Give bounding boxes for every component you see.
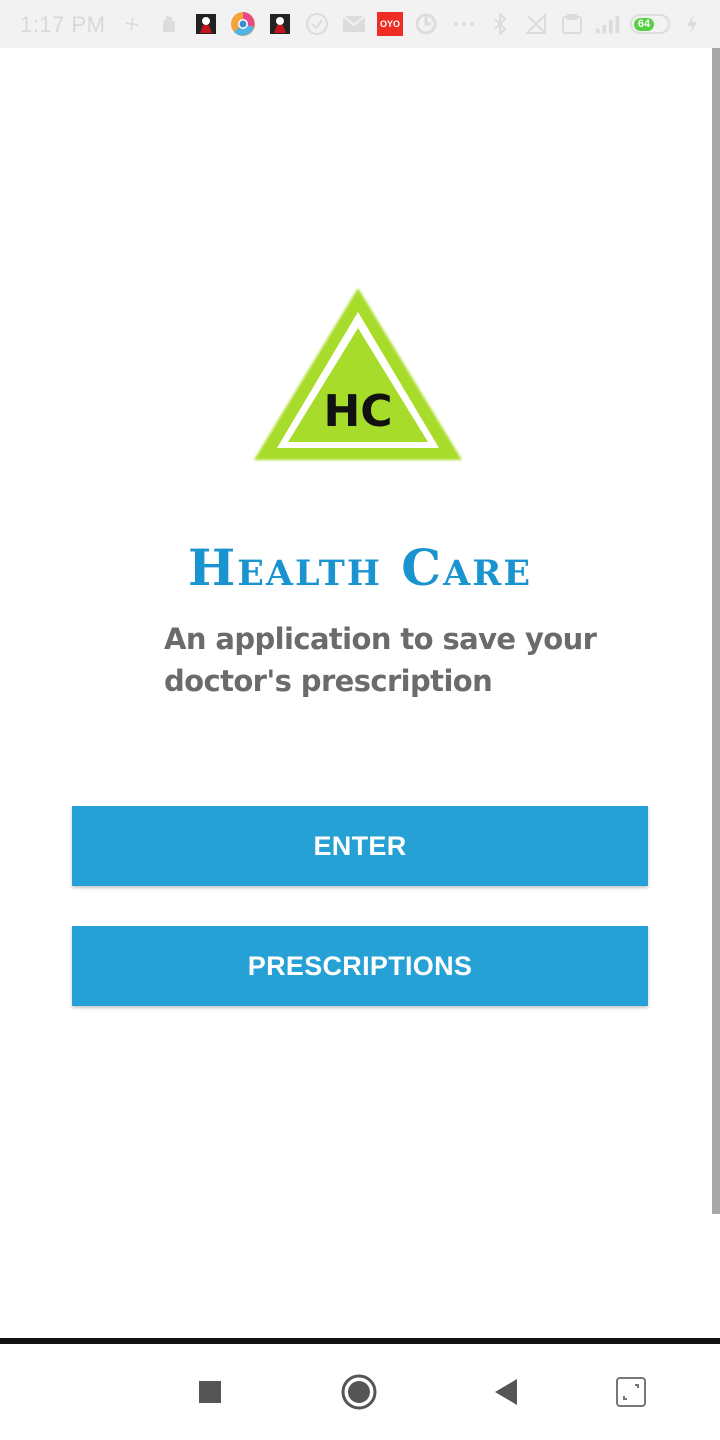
home-circle-icon (341, 1374, 377, 1410)
home-button[interactable] (335, 1368, 383, 1416)
app-subtitle-line-2: doctor's prescription (164, 664, 493, 698)
chrome-dev-icon (229, 10, 257, 38)
app-title: Health Care (187, 538, 533, 597)
hand-icon (155, 10, 183, 38)
app-subtitle: An application to save your doctor's pre… (164, 618, 604, 702)
navigation-bar (0, 1344, 720, 1440)
status-time: 1:17 PM (20, 12, 106, 37)
data-icon (558, 10, 586, 38)
back-triangle-icon (495, 1379, 517, 1405)
fan-icon (118, 10, 146, 38)
more-dots-icon (450, 10, 478, 38)
battery-level: 64 (634, 17, 654, 31)
logo-text: HC (323, 386, 392, 437)
charging-icon (678, 10, 706, 38)
oyo-icon: OYO (377, 12, 403, 36)
system-status-icons: 64 (450, 10, 706, 38)
no-signal-icon (522, 10, 550, 38)
prescriptions-button[interactable]: PRESCRIPTIONS (72, 926, 648, 1006)
scroll-indicator (712, 48, 720, 1214)
recents-button[interactable] (186, 1368, 234, 1416)
expand-button[interactable] (607, 1368, 655, 1416)
bluetooth-icon (486, 10, 514, 38)
health-care-logo: HC (254, 288, 462, 460)
battery-icon: 64 (630, 14, 670, 34)
app-icon (192, 10, 220, 38)
recents-square-icon (199, 1381, 221, 1403)
app-subtitle-line-1: An application to save your (164, 622, 597, 656)
sync-icon (412, 10, 440, 38)
mail-icon (340, 10, 368, 38)
status-bar: 1:17 PM OYO 64 (0, 0, 720, 48)
signal-icon (594, 10, 622, 38)
expand-icon (616, 1377, 646, 1407)
notification-icons: OYO (118, 10, 440, 38)
back-button[interactable] (482, 1368, 530, 1416)
app-icon (266, 10, 294, 38)
check-icon (303, 10, 331, 38)
enter-button[interactable]: ENTER (72, 806, 648, 886)
